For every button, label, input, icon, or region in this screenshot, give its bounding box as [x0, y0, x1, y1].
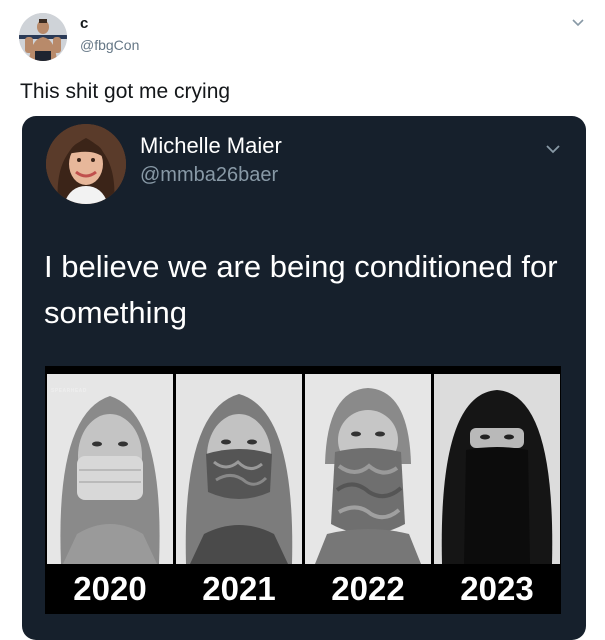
quoted-tweet-image[interactable]: SPEARHEAD 2020 2021 2022 2023	[45, 366, 561, 614]
quoted-author-avatar[interactable]	[46, 124, 126, 204]
author-handle[interactable]: @fbgCon	[80, 37, 139, 53]
meme-panel-2020: SPEARHEAD	[47, 374, 173, 564]
quoted-author-handle[interactable]: @mmba26baer	[140, 164, 278, 187]
meme-year-label: 2022	[331, 570, 405, 607]
tweet-card: c @fbgCon This shit got me crying Michel…	[0, 0, 605, 640]
meme-watermark: SPEARHEAD	[51, 388, 87, 394]
quoted-author-name[interactable]: Michelle Maier	[140, 133, 282, 159]
avatar-image	[19, 13, 67, 61]
quoted-tweet-text: I believe we are being conditioned for s…	[44, 249, 558, 330]
author-avatar[interactable]	[19, 13, 67, 61]
meme-year-label: 2020	[73, 570, 147, 607]
meme-panel-2023	[434, 374, 560, 564]
quoted-tweet[interactable]: Michelle Maier @mmba26baer I believe we …	[22, 116, 586, 640]
meme-panel-2021	[176, 374, 302, 564]
chevron-down-icon[interactable]	[570, 14, 586, 30]
meme-panel-2022	[305, 374, 431, 564]
author-name[interactable]: c	[80, 15, 88, 32]
chevron-down-icon[interactable]	[544, 140, 562, 158]
meme-year-label: 2021	[202, 570, 276, 607]
avatar-image	[46, 124, 126, 204]
meme-year-label: 2023	[460, 570, 534, 607]
tweet-text: This shit got me crying	[20, 80, 231, 103]
